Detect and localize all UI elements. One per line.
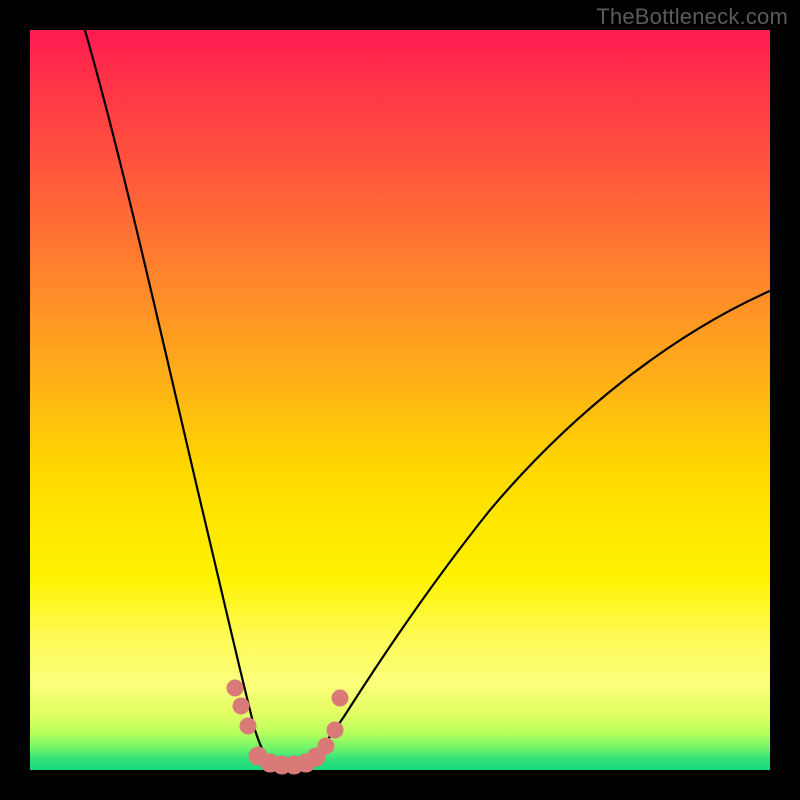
watermark-label: TheBottleneck.com <box>596 4 788 30</box>
marker-dot <box>332 690 348 706</box>
left-curve <box>82 20 274 766</box>
plot-area <box>30 30 770 770</box>
marker-dot <box>318 738 334 754</box>
marker-dot <box>233 698 249 714</box>
marker-dot <box>227 680 243 696</box>
marker-dot <box>240 718 256 734</box>
marker-dot <box>327 722 343 738</box>
right-curve <box>302 290 772 766</box>
curve-layer <box>30 30 770 770</box>
chart-frame: TheBottleneck.com <box>0 0 800 800</box>
